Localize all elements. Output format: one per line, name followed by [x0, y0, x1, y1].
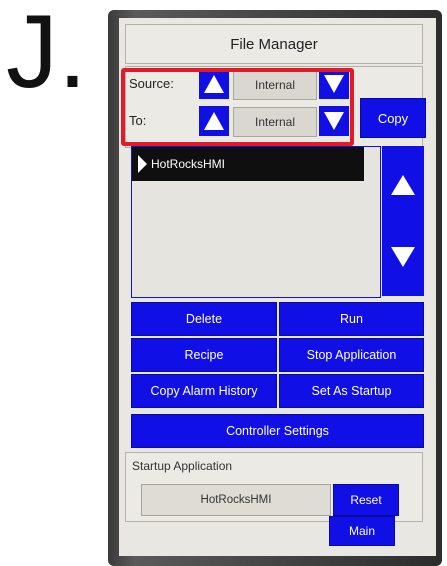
set-as-startup-button[interactable]: Set As Startup — [279, 374, 424, 408]
stop-application-button[interactable]: Stop Application — [279, 338, 424, 372]
triangle-up-icon — [391, 175, 415, 195]
triangle-down-icon — [391, 247, 415, 267]
startup-application-label: Startup Application — [132, 459, 233, 473]
page-title: File Manager — [125, 24, 423, 64]
highlight-annotation-box — [121, 68, 354, 146]
file-list[interactable]: HotRocksHMI — [131, 146, 381, 298]
list-item[interactable]: HotRocksHMI — [132, 147, 364, 181]
triangle-right-icon — [138, 155, 147, 173]
scroll-up-button[interactable] — [382, 150, 424, 220]
startup-application-value: HotRocksHMI — [141, 484, 331, 516]
copy-button[interactable]: Copy — [360, 98, 426, 138]
main-button[interactable]: Main — [329, 516, 395, 546]
recipe-button[interactable]: Recipe — [131, 338, 277, 372]
copy-alarm-history-button[interactable]: Copy Alarm History — [131, 374, 277, 408]
run-button[interactable]: Run — [279, 302, 424, 336]
delete-button[interactable]: Delete — [131, 302, 277, 336]
hmi-screen: File Manager Source: Internal To: Intern… — [119, 18, 436, 556]
reset-button[interactable]: Reset — [333, 484, 399, 516]
scroll-down-button[interactable] — [382, 222, 424, 292]
controller-settings-button[interactable]: Controller Settings — [131, 414, 424, 448]
list-item-label: HotRocksHMI — [151, 157, 226, 171]
list-scroll-column — [382, 146, 424, 296]
step-letter: J. — [6, 0, 87, 110]
